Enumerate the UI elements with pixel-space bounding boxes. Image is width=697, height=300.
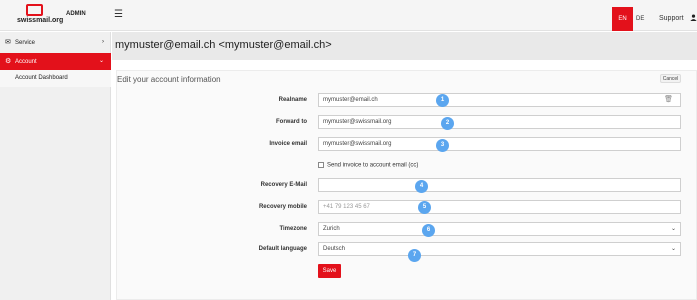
realname-input[interactable]: mymuster@email.ch 🗑: [318, 93, 681, 107]
language-en-button[interactable]: EN: [612, 7, 633, 31]
sidebar-item-label: Service: [15, 40, 36, 46]
language-de-button[interactable]: DE: [636, 7, 644, 31]
default-language-value: Deutsch: [323, 246, 346, 252]
chevron-down-icon: ⌄: [670, 226, 676, 232]
form-heading: Edit your account information: [117, 75, 221, 84]
gear-icon: ⚙: [5, 58, 12, 65]
trash-icon[interactable]: 🗑: [664, 94, 673, 106]
send-invoice-checkbox-row[interactable]: Send invoice to account email (cc): [318, 162, 418, 169]
timezone-label: Timezone: [279, 226, 307, 232]
envelope-icon: ✉: [5, 39, 11, 46]
recovery-email-input[interactable]: [318, 178, 681, 192]
step-badge: 5: [418, 201, 431, 214]
forward-input[interactable]: mymuster@swissmail.org: [318, 115, 681, 129]
envelope-logo-icon: [26, 4, 43, 16]
user-icon[interactable]: [690, 14, 697, 21]
save-button[interactable]: Save: [318, 264, 341, 278]
forward-label: Forward to: [276, 119, 307, 125]
admin-label: ADMIN: [66, 11, 86, 17]
hamburger-icon[interactable]: ☰: [114, 9, 123, 20]
page-title: mymuster@email.ch <mymuster@email.ch>: [115, 39, 332, 51]
recovery-mobile-label: Recovery mobile: [258, 204, 307, 210]
step-badge: 2: [441, 117, 454, 130]
top-bar: swissmail.org ADMIN ☰ EN DE Support: [0, 0, 697, 31]
recovery-mobile-input[interactable]: +41 79 123 45 67: [318, 200, 681, 214]
recovery-email-label: Recovery E-Mail: [260, 182, 307, 188]
chevron-right-icon: ›: [102, 39, 104, 45]
invoice-email-input[interactable]: mymuster@swissmail.org: [318, 137, 681, 151]
invoice-email-label: Invoice email: [269, 141, 307, 147]
step-badge: 6: [422, 224, 435, 237]
content-header: mymuster@email.ch <mymuster@email.ch>: [112, 32, 697, 60]
send-invoice-label: Send invoice to account email (cc): [327, 162, 419, 169]
logo[interactable]: swissmail.org: [17, 4, 63, 30]
timezone-select[interactable]: Zurich ⌄: [318, 222, 681, 236]
support-link[interactable]: Support: [659, 7, 684, 31]
timezone-value: Zurich: [323, 226, 340, 232]
chevron-down-icon: ⌄: [670, 246, 676, 252]
default-language-label: Default language: [258, 246, 307, 252]
send-invoice-checkbox[interactable]: [318, 162, 324, 168]
step-badge: 4: [415, 180, 428, 193]
sidebar-item-service[interactable]: ✉ Service ›: [0, 34, 111, 51]
realname-label: Realname: [278, 97, 307, 103]
sidebar-item-label: Account: [15, 59, 37, 65]
chevron-down-icon: ⌄: [98, 58, 104, 64]
sidebar-item-account[interactable]: ⚙ Account ⌄: [0, 53, 111, 70]
step-badge: 3: [436, 139, 449, 152]
realname-value: mymuster@email.ch: [323, 97, 378, 103]
step-badge: 7: [408, 249, 421, 262]
sidebar-item-label: Account Dashboard: [15, 75, 68, 81]
sidebar: ✉ Service › ⚙ Account ⌄ Account Dashboard: [0, 32, 111, 300]
step-badge: 1: [436, 94, 449, 107]
cancel-button[interactable]: Cancel: [660, 74, 681, 83]
default-language-select[interactable]: Deutsch ⌄: [318, 242, 681, 256]
logo-text: swissmail.org: [17, 17, 64, 24]
sidebar-item-account-dashboard[interactable]: Account Dashboard: [0, 70, 111, 87]
